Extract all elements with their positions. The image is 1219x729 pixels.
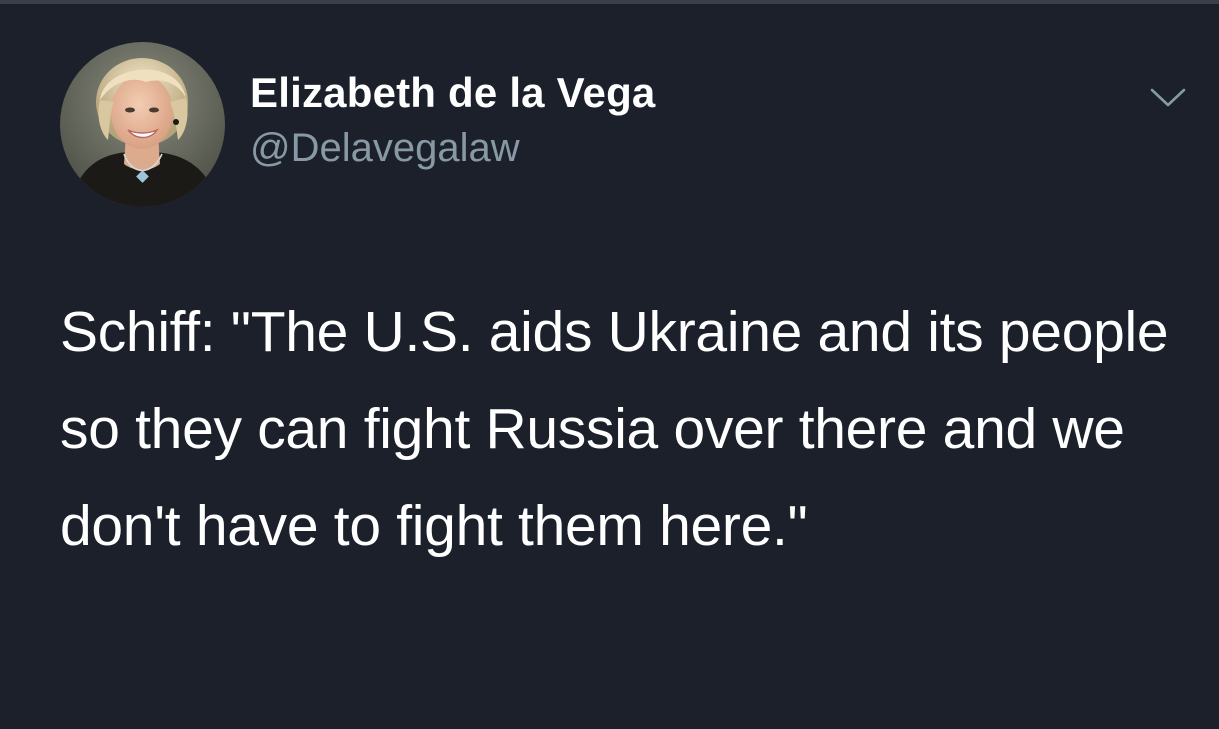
avatar[interactable] bbox=[60, 42, 225, 207]
tweet-text: Schiff: "The U.S. aids Ukraine and its p… bbox=[60, 300, 1169, 558]
avatar-photo bbox=[60, 42, 225, 207]
author-display-name[interactable]: Elizabeth de la Vega bbox=[250, 69, 655, 116]
author-handle[interactable]: @Delavegalaw bbox=[250, 126, 520, 170]
tweet-card: Elizabeth de la Vega @Delavegalaw Schiff… bbox=[0, 4, 1219, 729]
chevron-down-icon[interactable] bbox=[1148, 86, 1188, 110]
